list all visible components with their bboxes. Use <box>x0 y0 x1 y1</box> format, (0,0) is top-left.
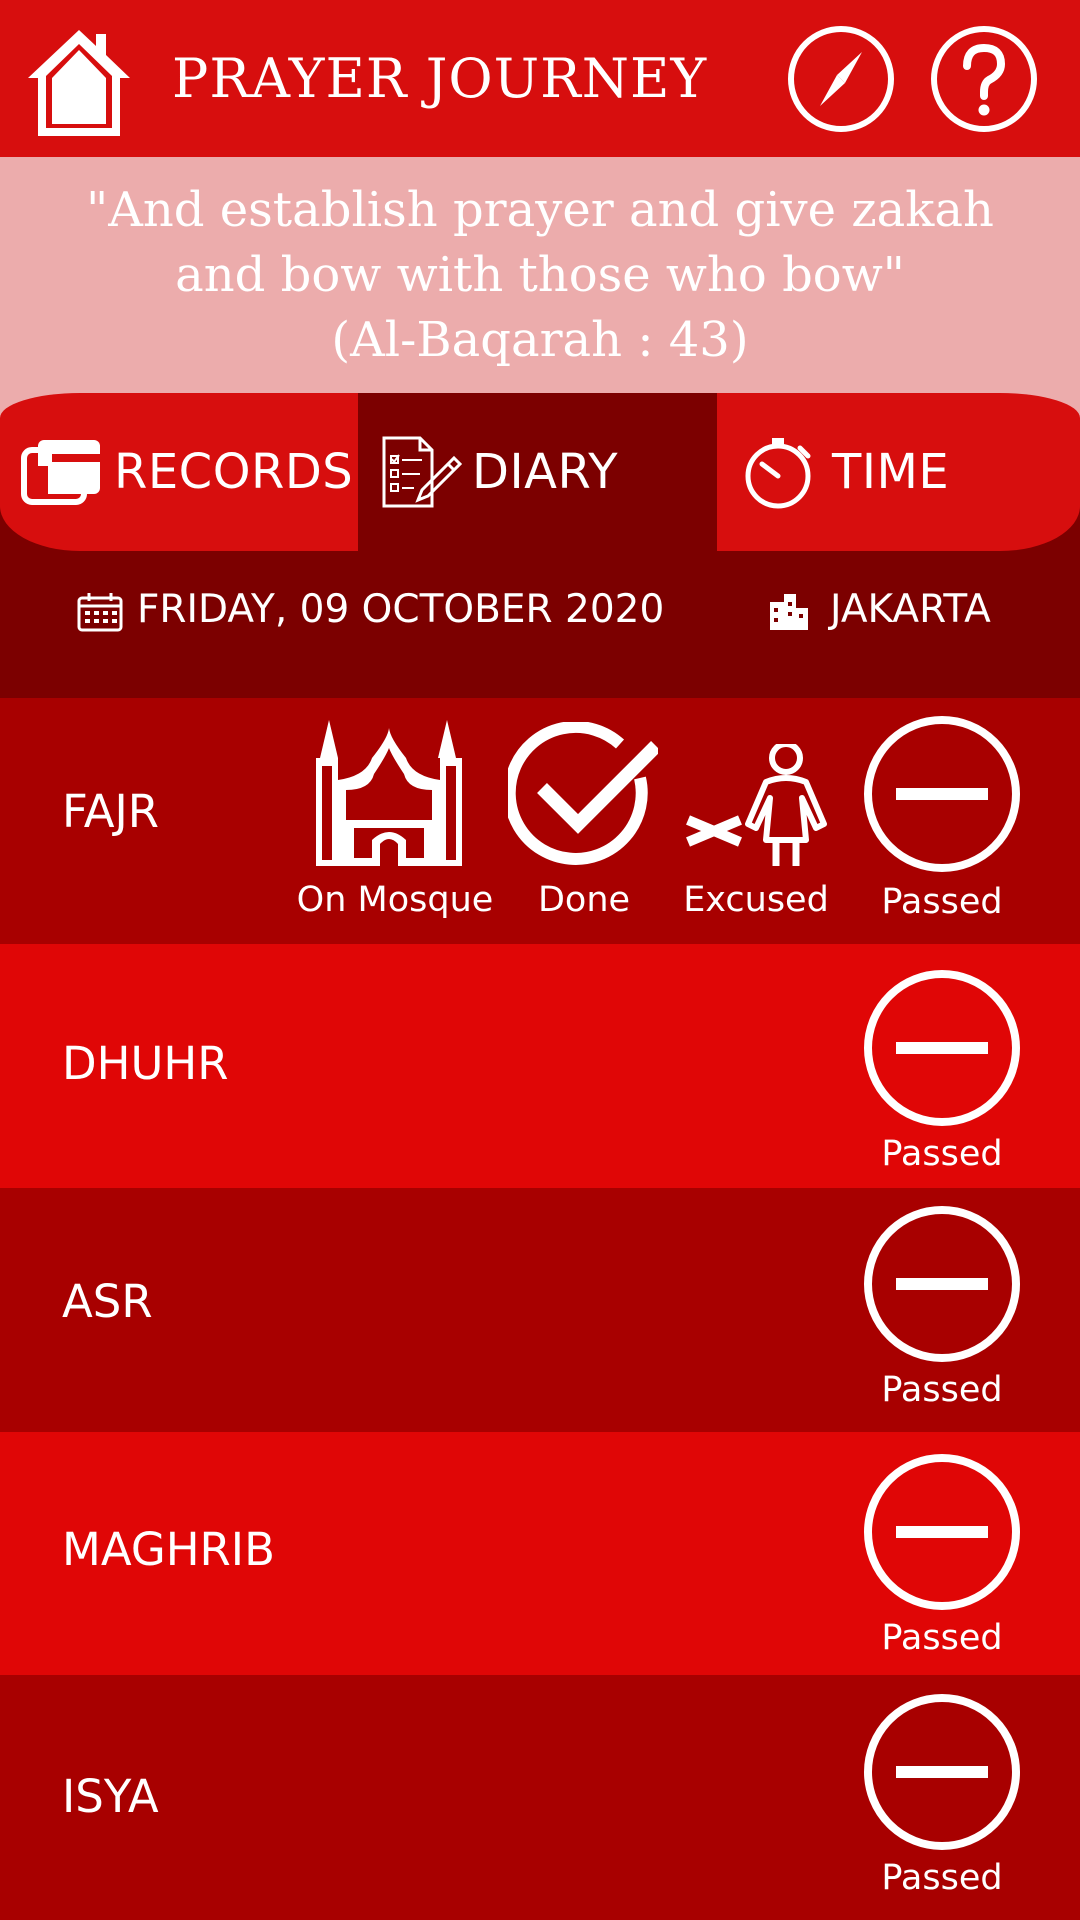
current-date[interactable]: FRIDAY, 09 OCTOBER 2020 <box>137 584 664 636</box>
status-label: Passed <box>881 1858 1003 1898</box>
mosque-icon[interactable] <box>314 720 464 866</box>
passed-icon[interactable] <box>862 968 1022 1128</box>
prayer-name: FAJR <box>62 785 160 838</box>
done-label: Done <box>537 880 631 920</box>
prayer-row-asr: ASR Passed <box>0 1188 1080 1432</box>
help-icon[interactable] <box>929 24 1039 134</box>
status-label: Passed <box>881 1618 1003 1658</box>
prayer-name: MAGHRIB <box>62 1523 275 1576</box>
tab-time-label: TIME <box>832 444 950 500</box>
city-icon <box>770 594 808 630</box>
calendar-icon <box>77 593 123 632</box>
passed-icon[interactable] <box>862 1452 1022 1612</box>
app-title: PRAYER JOURNEY <box>172 47 708 110</box>
passed-icon[interactable] <box>862 714 1022 874</box>
compass-icon[interactable] <box>786 24 896 134</box>
done-check-icon[interactable] <box>508 722 658 870</box>
prayer-row-isya: ISYA Passed <box>0 1675 1080 1920</box>
tab-records[interactable]: RECORDS <box>20 393 358 551</box>
stopwatch-icon <box>745 438 811 509</box>
passed-icon[interactable] <box>862 1692 1022 1852</box>
excused-label: Excused <box>683 880 829 920</box>
tab-records-label: RECORDS <box>114 444 354 500</box>
status-label: Passed <box>881 1134 1003 1174</box>
prayer-name: DHUHR <box>62 1037 229 1090</box>
tab-diary-label: DIARY <box>472 444 619 500</box>
prayer-row-maghrib: MAGHRIB Passed <box>0 1432 1080 1675</box>
records-icon <box>21 440 100 505</box>
status-label: Passed <box>881 1370 1003 1410</box>
quote-source: (Al-Baqarah : 43) <box>331 312 749 368</box>
prayer-name: ISYA <box>62 1770 159 1823</box>
mosque-label: On Mosque <box>296 880 494 920</box>
prayer-name: ASR <box>62 1275 153 1328</box>
passed-icon[interactable] <box>862 1204 1022 1364</box>
excused-woman-icon[interactable] <box>684 744 828 868</box>
quote-line-1: "And establish prayer and give zakah <box>86 182 994 238</box>
tab-diary[interactable]: DIARY <box>380 393 717 551</box>
diary-icon <box>382 436 462 508</box>
quote-line-2: and bow with those who bow" <box>175 247 905 303</box>
tab-time[interactable]: TIME <box>738 393 1068 551</box>
prayer-row-fajr: FAJR On Mosque Done Excused Passed <box>0 698 1080 944</box>
prayer-row-dhuhr: DHUHR Passed <box>0 944 1080 1188</box>
home-icon[interactable] <box>24 26 134 138</box>
current-city[interactable]: JAKARTA <box>830 584 991 636</box>
status-label: Passed <box>881 882 1003 922</box>
quote-text: "And establish prayer and give zakah and… <box>0 178 1080 373</box>
